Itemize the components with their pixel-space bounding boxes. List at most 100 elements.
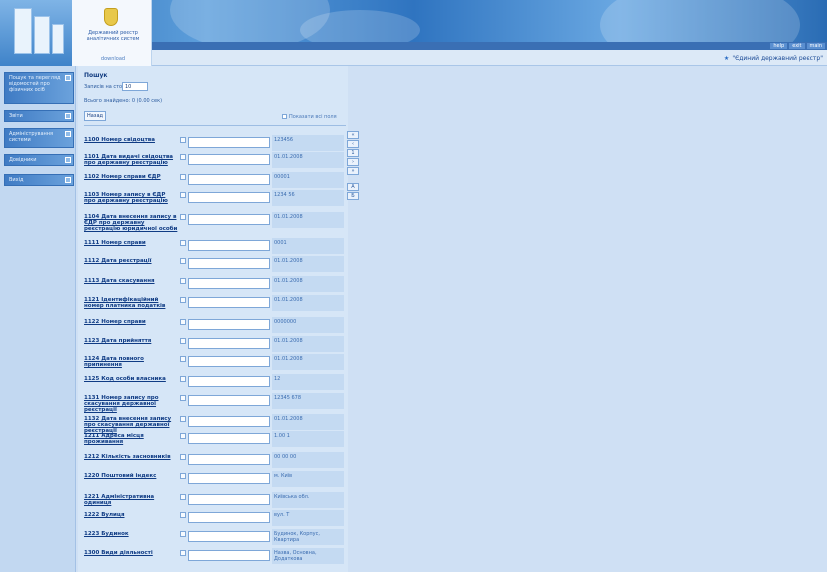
field-value: 00001	[272, 172, 344, 188]
checkbox-icon[interactable]	[282, 114, 287, 119]
field-value: 00 00 00	[272, 452, 344, 468]
records-select[interactable]: 10	[122, 82, 148, 91]
field-input[interactable]	[188, 338, 270, 349]
field-checkbox[interactable]	[180, 278, 186, 284]
field-input[interactable]	[188, 454, 270, 465]
field-checkbox[interactable]	[180, 494, 186, 500]
field-name[interactable]: 1121 Ідентифікаційний номер платника под…	[84, 297, 178, 309]
field-input[interactable]	[188, 258, 270, 269]
field-input[interactable]	[188, 473, 270, 484]
field-checkbox[interactable]	[180, 174, 186, 180]
field-checkbox[interactable]	[180, 214, 186, 220]
field-value: Назва, Основна, Додаткова	[272, 548, 344, 564]
app-window: Державний реєстр аналітичних систем down…	[0, 0, 827, 572]
sidebar-item-label: Пошук та перегляд відомостей про фізични…	[9, 75, 61, 93]
field-name[interactable]: 1223 Будинок	[84, 531, 178, 537]
field-checkbox[interactable]	[180, 297, 186, 303]
field-checkbox[interactable]	[180, 137, 186, 143]
field-input[interactable]	[188, 433, 270, 444]
field-input[interactable]	[188, 278, 270, 289]
help-button[interactable]: help	[770, 43, 788, 49]
pager: «‹ 1 ›» A Б	[347, 131, 359, 201]
field-input[interactable]	[188, 154, 270, 165]
field-checkbox[interactable]	[180, 258, 186, 264]
field-name[interactable]: 1212 Кількість засновників	[84, 454, 178, 460]
field-value: 01.01.2008	[272, 152, 344, 168]
field-checkbox[interactable]	[180, 512, 186, 518]
field-checkbox[interactable]	[180, 154, 186, 160]
sidebar-item-exit[interactable]: Вихід	[4, 174, 74, 186]
field-input[interactable]	[188, 174, 270, 185]
field-input[interactable]	[188, 319, 270, 330]
field-input[interactable]	[188, 512, 270, 523]
sidebar: Пошук та перегляд відомостей про фізични…	[0, 66, 76, 572]
field-input[interactable]	[188, 531, 270, 542]
pager-button[interactable]: 1	[347, 149, 359, 157]
exit-button[interactable]: exit	[789, 43, 805, 49]
pager-button[interactable]: «	[347, 131, 359, 139]
field-name[interactable]: 1102 Номер справи ЄДР	[84, 174, 178, 180]
field-input[interactable]	[188, 356, 270, 367]
sidebar-item-directories[interactable]: Довідники	[4, 154, 74, 166]
back-button[interactable]: Назад	[84, 111, 106, 121]
field-input[interactable]	[188, 494, 270, 505]
field-name[interactable]: 1112 Дата реєстрації	[84, 258, 178, 264]
pager-button[interactable]: »	[347, 167, 359, 175]
field-value: 12345 678	[272, 393, 344, 409]
field-value: 0001	[272, 238, 344, 254]
field-checkbox[interactable]	[180, 376, 186, 382]
field-name[interactable]: 1211 Адреса місця проживання	[84, 433, 178, 445]
field-name[interactable]: 1103 Номер запису в ЄДР про державну реє…	[84, 192, 178, 204]
field-checkbox[interactable]	[180, 433, 186, 439]
field-name[interactable]: 1122 Номер справи	[84, 319, 178, 325]
field-checkbox[interactable]	[180, 550, 186, 556]
show-all-toggle[interactable]: Показати всі поля	[282, 114, 337, 120]
sidebar-item-reports[interactable]: Звіти	[4, 110, 74, 122]
pager-button[interactable]: Б	[347, 192, 359, 200]
field-name[interactable]: 1131 Номер запису про скасування державн…	[84, 395, 178, 413]
pager-button[interactable]: ›	[347, 158, 359, 166]
field-input[interactable]	[188, 416, 270, 427]
field-value: 01.01.2008	[272, 276, 344, 292]
field-name[interactable]: 1300 Види діяльності	[84, 550, 178, 556]
sidebar-item-admin[interactable]: Адміністрування системи	[4, 128, 74, 148]
field-name[interactable]: 1125 Код особи власника	[84, 376, 178, 382]
pager-button[interactable]: ‹	[347, 140, 359, 148]
field-input[interactable]	[188, 137, 270, 148]
field-input[interactable]	[188, 192, 270, 203]
trident-emblem-icon	[104, 8, 118, 26]
field-checkbox[interactable]	[180, 454, 186, 460]
field-name[interactable]: 1123 Дата прийняття	[84, 338, 178, 344]
field-checkbox[interactable]	[180, 356, 186, 362]
field-name[interactable]: 1101 Дата видачі свідоцтва про державну …	[84, 154, 178, 166]
field-input[interactable]	[188, 297, 270, 308]
field-input[interactable]	[188, 395, 270, 406]
field-input[interactable]	[188, 214, 270, 225]
sidebar-item-search[interactable]: Пошук та перегляд відомостей про фізични…	[4, 72, 74, 104]
field-input[interactable]	[188, 550, 270, 561]
field-name[interactable]: 1132 Дата внесення запису про скасування…	[84, 416, 178, 434]
pager-button[interactable]: A	[347, 183, 359, 191]
main-button[interactable]: main	[806, 43, 825, 49]
field-name[interactable]: 1220 Поштовий індекс	[84, 473, 178, 479]
field-checkbox[interactable]	[180, 319, 186, 325]
field-checkbox[interactable]	[180, 473, 186, 479]
field-name[interactable]: 1222 Вулиця	[84, 512, 178, 518]
sidebar-item-label: Довідники	[9, 157, 37, 163]
field-checkbox[interactable]	[180, 416, 186, 422]
field-input[interactable]	[188, 240, 270, 251]
field-name[interactable]: 1111 Номер справи	[84, 240, 178, 246]
field-checkbox[interactable]	[180, 531, 186, 537]
field-checkbox[interactable]	[180, 395, 186, 401]
field-checkbox[interactable]	[180, 192, 186, 198]
field-checkbox[interactable]	[180, 240, 186, 246]
field-value: м. Київ	[272, 471, 344, 487]
field-name[interactable]: 1104 Дата внесення запису в ЄДР про держ…	[84, 214, 178, 232]
field-name[interactable]: 1113 Дата скасування	[84, 278, 178, 284]
field-name[interactable]: 1100 Номер свідоцтва	[84, 137, 178, 143]
field-name[interactable]: 1124 Дата повного припинення	[84, 356, 178, 368]
field-name[interactable]: 1221 Адміністративна одиниця	[84, 494, 178, 506]
field-checkbox[interactable]	[180, 338, 186, 344]
field-input[interactable]	[188, 376, 270, 387]
org-link[interactable]: download	[80, 56, 146, 62]
